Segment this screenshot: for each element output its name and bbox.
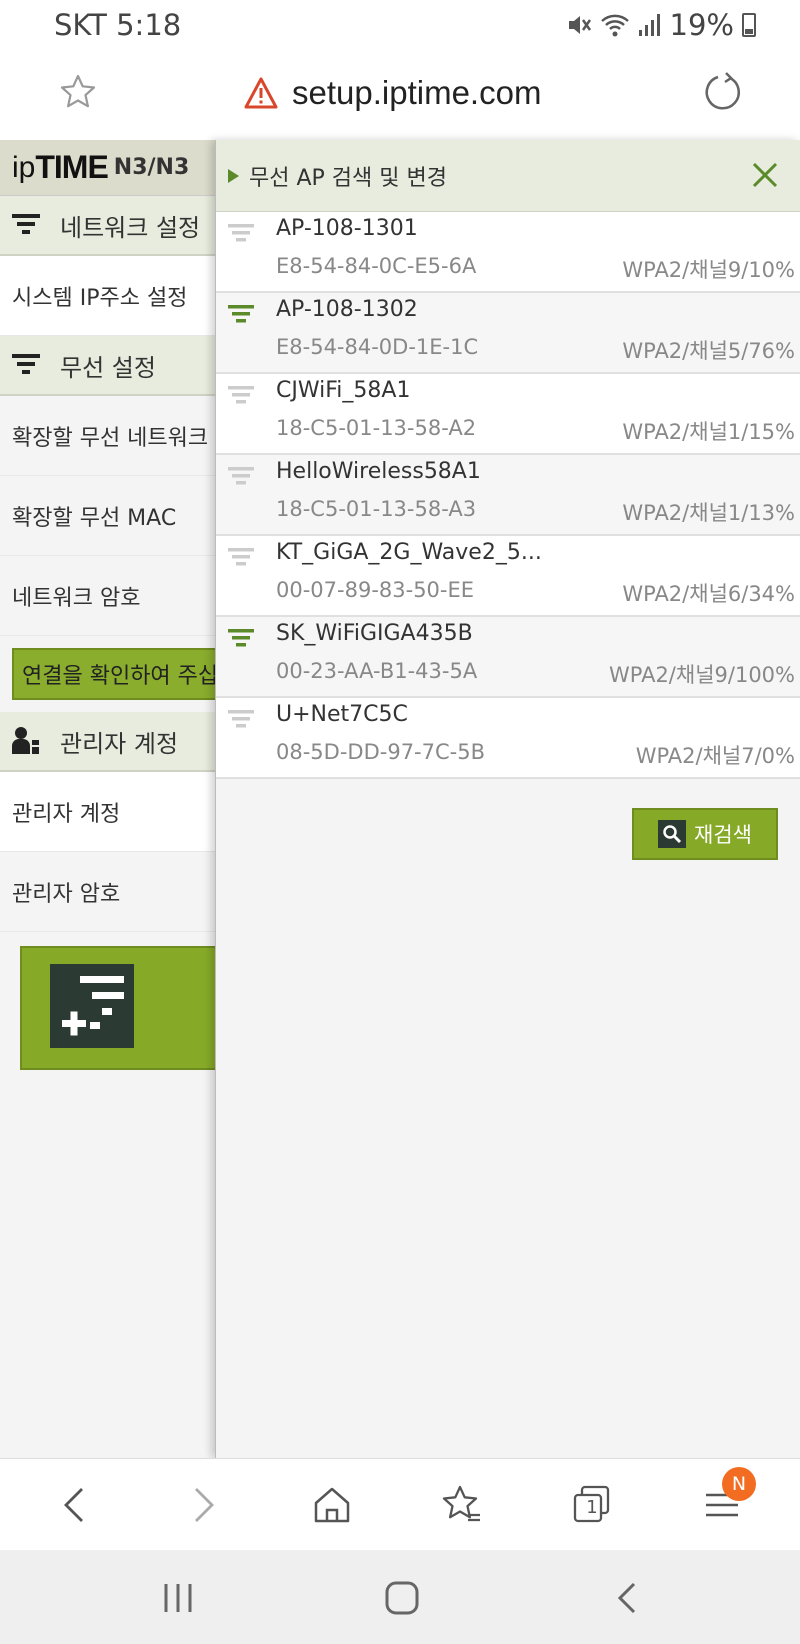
back-system-icon[interactable] <box>610 1580 646 1616</box>
url-field[interactable]: setup.iptime.com <box>244 74 541 112</box>
ap-info: WPA2/채널7/0% <box>635 744 795 768</box>
status-icons: 19% <box>566 8 756 42</box>
section-title: 관리자 계정 <box>60 729 179 758</box>
ap-ssid: KT_GiGA_2G_Wave2_5... <box>276 540 542 565</box>
ap-mac: 18-C5-01-13-58-A2 <box>276 416 477 440</box>
ap-info: WPA2/채널6/34% <box>622 582 795 606</box>
network-icon <box>12 214 40 234</box>
logo-time: TIME <box>35 149 108 185</box>
menu-admin-password[interactable]: 관리자 암호 <box>0 852 215 932</box>
iptime-logo: ip TIME N3/N3 <box>0 140 215 196</box>
ap-mac: 00-07-89-83-50-EE <box>276 578 475 602</box>
wifi-icon <box>600 14 629 37</box>
home-system-icon[interactable] <box>384 1580 420 1616</box>
page-content: ip TIME N3/N3 네트워크 설정 시스템 IP주소 설정 무선 설정 확장… <box>0 140 800 1458</box>
reload-icon[interactable] <box>700 70 744 114</box>
add-menu-button[interactable] <box>20 946 215 1070</box>
tabs-button[interactable]: 1 <box>570 1483 614 1527</box>
ap-mac: 18-C5-01-13-58-A3 <box>276 497 477 521</box>
ap-ssid: AP-108-1301 <box>276 216 418 241</box>
forward-icon[interactable] <box>180 1483 224 1527</box>
mute-icon <box>568 16 591 34</box>
section-title: 무선 설정 <box>60 353 156 382</box>
back-icon[interactable] <box>54 1483 98 1527</box>
logo-model: N3/N3 <box>113 155 190 180</box>
wifi-signal-icon <box>228 629 254 647</box>
ap-mac: E8-54-84-0D-1E-1C <box>276 335 479 359</box>
wifi-signal-icon <box>228 710 254 728</box>
section-wireless-settings[interactable]: 무선 설정 <box>0 336 215 396</box>
carrier-time: SKT 5:18 <box>54 8 182 42</box>
warning-icon <box>244 77 278 109</box>
notification-badge: N <box>722 1467 756 1501</box>
panel-header: 무선 AP 검색 및 변경 <box>216 140 800 212</box>
panel-title: 무선 AP 검색 및 변경 <box>249 165 447 191</box>
ap-info: WPA2/채널5/76% <box>622 339 795 363</box>
address-bar: setup.iptime.com <box>0 52 800 140</box>
ap-row[interactable]: HelloWireless58A1 18-C5-01-13-58-A3 WPA2/채… <box>216 455 800 536</box>
ap-row[interactable]: CJWiFi_58A1 18-C5-01-13-58-A2 WPA2/채널1/15% <box>216 374 800 455</box>
ap-list: AP-108-1301 E8-54-84-0C-E5-6A WPA2/채널9/10%… <box>216 212 800 779</box>
ap-info: WPA2/채널9/10% <box>622 258 795 282</box>
ap-mac: 08-5D-DD-97-7C-5B <box>276 740 485 764</box>
ap-row[interactable]: AP-108-1301 E8-54-84-0C-E5-6A WPA2/채널9/10% <box>216 212 800 293</box>
sidebar: ip TIME N3/N3 네트워크 설정 시스템 IP주소 설정 무선 설정 확장… <box>0 140 215 1458</box>
close-icon[interactable] <box>750 160 780 190</box>
section-title: 네트워크 설정 <box>60 213 201 242</box>
menu-extend-mac[interactable]: 확장할 무선 MAC <box>0 476 215 556</box>
ap-mac: 00-23-AA-B1-43-5A <box>276 659 478 683</box>
add-list-icon <box>50 964 134 1048</box>
triangle-icon <box>228 168 239 183</box>
recent-apps-icon[interactable] <box>160 1580 196 1616</box>
signal-icon <box>638 14 660 36</box>
ap-ssid: U+Net7C5C <box>276 702 408 727</box>
wifi-signal-icon <box>228 548 254 566</box>
wireless-icon <box>12 354 40 374</box>
bookmark-star-icon[interactable] <box>58 72 98 112</box>
confirm-connection-button[interactable]: 연결을 확인하여 주십 <box>12 648 215 700</box>
ap-ssid: AP-108-1302 <box>276 297 418 322</box>
menu-admin-account[interactable]: 관리자 계정 <box>0 772 215 852</box>
ap-info: WPA2/채널1/13% <box>622 501 795 525</box>
section-network-settings[interactable]: 네트워크 설정 <box>0 196 215 256</box>
battery-level: 19% <box>669 8 734 42</box>
wifi-signal-icon <box>228 467 254 485</box>
menu-network-password[interactable]: 네트워크 암호 <box>0 556 215 636</box>
wifi-signal-icon <box>228 224 254 242</box>
system-navigation-bar <box>0 1550 800 1644</box>
ap-row[interactable]: U+Net7C5C 08-5D-DD-97-7C-5B WPA2/채널7/0% <box>216 698 800 779</box>
section-admin-account[interactable]: 관리자 계정 <box>0 712 215 772</box>
rescan-label: 재검색 <box>694 823 752 847</box>
tabs-count: 1 <box>586 1497 598 1518</box>
ap-info: WPA2/채널9/100% <box>609 663 795 687</box>
ap-row[interactable]: AP-108-1302 E8-54-84-0D-1E-1C WPA2/채널5/76% <box>216 293 800 374</box>
ap-search-panel: 무선 AP 검색 및 변경 AP-108-1301 E8-54-84-0C-E5-… <box>215 140 800 1458</box>
menu-extend-network[interactable]: 확장할 무선 네트워크 <box>0 396 215 476</box>
menu-system-ip[interactable]: 시스템 IP주소 설정 <box>0 256 215 336</box>
ap-ssid: CJWiFi_58A1 <box>276 378 411 403</box>
admin-user-icon <box>12 727 39 754</box>
search-icon <box>658 820 687 848</box>
status-bar: SKT 5:18 19% <box>0 0 800 52</box>
ap-row[interactable]: SK_WiFiGIGA435B 00-23-AA-B1-43-5A WPA2/채널9… <box>216 617 800 698</box>
ap-info: WPA2/채널1/15% <box>622 420 795 444</box>
ap-ssid: HelloWireless58A1 <box>276 459 481 484</box>
rescan-button[interactable]: 재검색 <box>632 808 778 860</box>
ap-mac: E8-54-84-0C-E5-6A <box>276 254 477 278</box>
ap-ssid: SK_WiFiGIGA435B <box>276 621 473 646</box>
logo-ip: ip <box>12 150 36 184</box>
battery-icon <box>742 13 756 37</box>
url-text: setup.iptime.com <box>292 74 542 111</box>
bookmarks-icon[interactable] <box>440 1483 484 1527</box>
ap-row[interactable]: KT_GiGA_2G_Wave2_5... 00-07-89-83-50-EE WP… <box>216 536 800 617</box>
wifi-signal-icon <box>228 305 254 323</box>
wifi-signal-icon <box>228 386 254 404</box>
browser-toolbar: 1 N <box>0 1458 800 1550</box>
home-icon[interactable] <box>310 1483 354 1527</box>
